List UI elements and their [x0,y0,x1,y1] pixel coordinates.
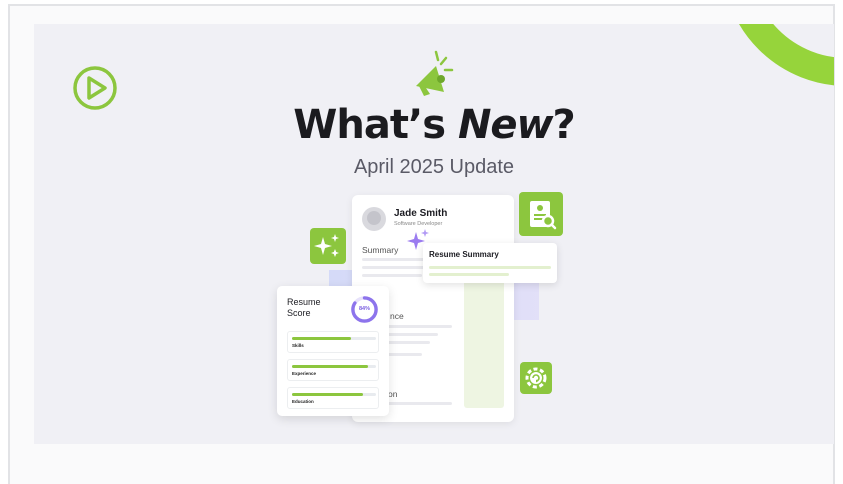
text-line [382,325,452,328]
resume-section-experience: nce [390,311,404,321]
score-item-label: Skills [292,343,304,348]
resume-score-title: Resume Score [287,297,321,318]
sparkles-icon [310,228,346,264]
page-subtitle: April 2025 Update [353,156,515,178]
score-fill [292,337,351,340]
score-value: 84% [358,306,370,312]
score-item-label: Experience [292,371,317,376]
score-fill [292,393,364,396]
resume-summary-card: Resume Summary [423,243,557,283]
text-line [382,341,430,344]
resume-search-icon [519,192,563,236]
score-item-skills: Skills [287,331,379,353]
score-track [292,365,376,368]
score-track [292,393,376,396]
megaphone-icon [416,50,454,96]
whats-new-banner: What’s New? April 2025 Update Jade Smith… [34,24,834,444]
resume-section-summary: Summary [362,245,399,255]
score-fill [292,365,368,368]
resume-role: Software Developer [394,221,443,227]
resume-summary-title: Resume Summary [429,250,499,259]
text-line [382,402,452,405]
text-line [382,333,438,336]
score-track [292,337,376,340]
avatar [362,207,386,231]
gear-refresh-icon [520,362,552,394]
content-frame: What’s New? April 2025 Update Jade Smith… [8,4,835,484]
decorative-arc [722,24,834,86]
text-line [429,266,551,269]
page-title: What’s New? [293,102,575,148]
text-line [362,274,422,277]
resume-score-card: Resume Score 84% Skills Experience Educa… [277,286,389,416]
score-item-education: Education [287,387,379,409]
resume-name: Jade Smith [394,208,448,219]
score-item-experience: Experience [287,359,379,381]
text-line [429,273,509,276]
resume-section-education: on [388,389,398,399]
score-item-label: Education [292,399,314,404]
